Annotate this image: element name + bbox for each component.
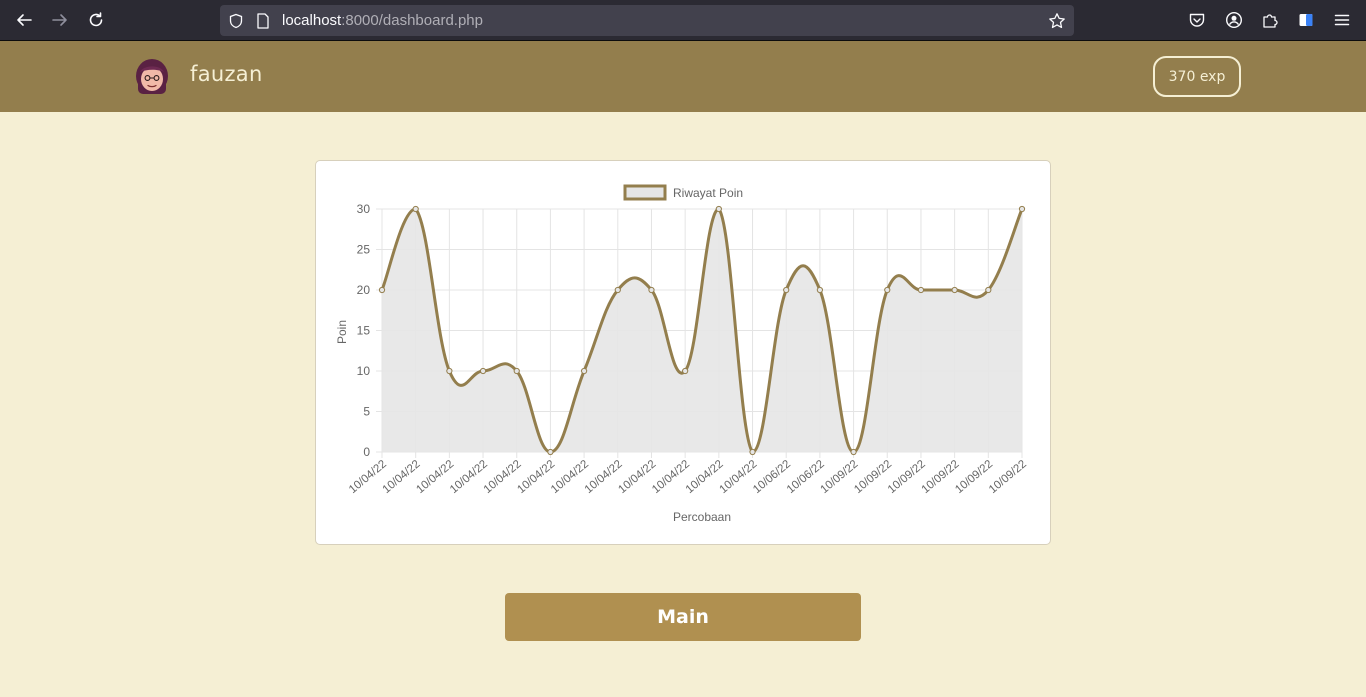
data-point[interactable]	[547, 448, 554, 456]
data-point[interactable]	[783, 286, 790, 294]
avatar[interactable]	[134, 58, 170, 96]
data-point[interactable]	[378, 286, 386, 294]
y-tick-labels: 0 5 10 15 20 25 30	[357, 202, 371, 459]
username: fauzan	[190, 62, 263, 86]
extensions-icon[interactable]	[1260, 10, 1280, 30]
exp-badge: 370 exp	[1153, 56, 1241, 97]
data-point[interactable]	[581, 367, 588, 375]
data-point[interactable]	[412, 205, 419, 213]
data-point[interactable]	[614, 286, 621, 294]
data-point[interactable]	[884, 286, 891, 294]
y-tick-label: 20	[357, 283, 371, 297]
legend-label: Riwayat Poin	[673, 186, 743, 200]
y-tick-label: 25	[357, 243, 371, 257]
account-icon[interactable]	[1224, 10, 1244, 30]
chart-legend[interactable]: Riwayat Poin	[623, 184, 743, 201]
url-host: localhost	[282, 12, 342, 29]
y-axis-title: Poin	[335, 320, 349, 344]
browser-toolbar: localhost:8000/dashboard.php	[0, 0, 1366, 41]
url-text[interactable]: localhost:8000/dashboard.php	[282, 12, 483, 29]
data-point[interactable]	[951, 286, 958, 294]
url-bar[interactable]: localhost:8000/dashboard.php	[220, 5, 1074, 36]
x-tick-label: 10/09/22	[987, 458, 1029, 496]
shield-icon[interactable]	[227, 12, 245, 30]
data-point[interactable]	[985, 286, 992, 294]
y-tick-label: 0	[363, 445, 370, 459]
app-header: fauzan 370 exp	[0, 41, 1366, 112]
y-tick-label: 30	[357, 202, 371, 216]
page-icon	[254, 12, 272, 30]
back-icon[interactable]	[12, 8, 36, 32]
data-point[interactable]	[816, 286, 823, 294]
data-point[interactable]	[648, 286, 655, 294]
data-point[interactable]	[479, 367, 487, 375]
y-tick-label: 15	[357, 324, 371, 338]
extension-app-icon[interactable]	[1296, 10, 1316, 30]
data-point[interactable]	[917, 286, 925, 294]
chart-card: 0 5 10 15 20 25 30 10/04/22 10/04/22 10/04/22 10/…	[315, 160, 1051, 545]
data-point[interactable]	[850, 448, 857, 456]
data-point[interactable]	[513, 367, 520, 375]
data-point[interactable]	[749, 448, 756, 456]
y-tick-label: 5	[363, 405, 370, 419]
forward-icon[interactable]	[48, 8, 72, 32]
data-point[interactable]	[446, 367, 453, 375]
pocket-icon[interactable]	[1187, 10, 1207, 30]
legend-swatch	[623, 184, 667, 201]
bookmark-star-icon[interactable]	[1048, 12, 1066, 30]
data-point[interactable]	[682, 367, 689, 375]
points-history-chart: 0 5 10 15 20 25 30 10/04/2210/04/2210/04/2210/…	[335, 184, 1029, 524]
data-point[interactable]	[1018, 205, 1026, 213]
x-tick-labels: 10/04/2210/04/2210/04/2210/04/2210/04/22…	[347, 458, 1029, 496]
y-tick-label: 10	[357, 364, 371, 378]
x-axis-title: Percobaan	[673, 510, 731, 524]
data-point[interactable]	[715, 205, 722, 213]
reload-icon[interactable]	[84, 8, 108, 32]
main-button[interactable]: Main	[505, 593, 861, 641]
menu-icon[interactable]	[1332, 10, 1352, 30]
url-path: :8000/dashboard.php	[341, 12, 483, 29]
